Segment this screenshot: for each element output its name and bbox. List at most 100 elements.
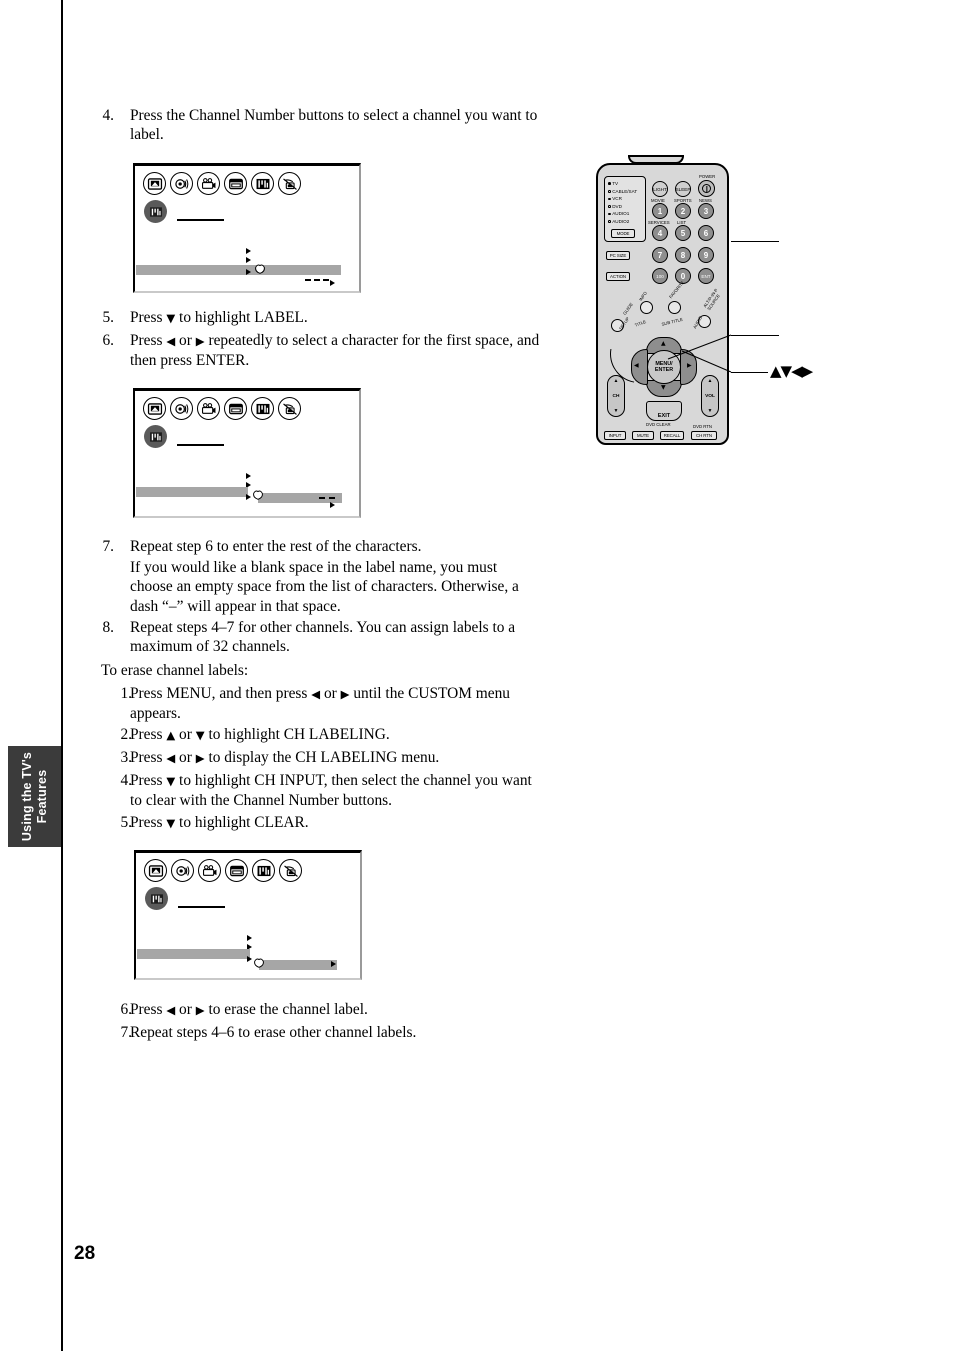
exit-button[interactable]: EXIT (646, 401, 682, 421)
left-arrow-glyph: ◀ (166, 334, 176, 348)
step-7-text: Repeat step 6 to enter the rest of the c… (130, 538, 422, 555)
numpad-2-button[interactable]: 2 (675, 203, 691, 219)
sleep-button[interactable]: SLEEP (675, 181, 691, 197)
step-5-text-b: to highlight LABEL. (175, 309, 308, 326)
mode-item-audio1[interactable]: AUDIO1 (608, 210, 645, 218)
audio-menu-icon[interactable] (170, 172, 193, 195)
tv-setup-menu-icon[interactable] (225, 859, 248, 882)
left-arrow-glyph: ◀ (311, 687, 321, 701)
erase-6-a: Press (130, 1001, 167, 1018)
ch-rtn-button[interactable]: CH RTN (691, 431, 717, 440)
menu-row-tick (331, 961, 336, 967)
step-4-text: Press the Channel Number buttons to sele… (130, 107, 538, 144)
step-6-text-b: or (175, 332, 196, 349)
erase-step-7-number: 7. (120, 1024, 132, 1041)
numpad-9-button[interactable]: 9 (698, 247, 714, 263)
numpad-1-button[interactable]: 1 (652, 203, 668, 219)
numpad-8-button[interactable]: 8 (675, 247, 691, 263)
page-number: 28 (74, 1243, 96, 1264)
mode-dot-icon (608, 205, 611, 208)
ch-label: CH (612, 393, 620, 399)
menu-highlight-bar-clear (259, 960, 337, 970)
mute-button[interactable]: MUTE (632, 431, 654, 440)
erase-2-c: to highlight CH LABELING. (204, 726, 390, 743)
audio-menu-icon[interactable] (171, 859, 194, 882)
custom-menu-icon[interactable] (251, 397, 274, 420)
mode-label: AUDIO1 (612, 211, 630, 217)
menu-row-tick (330, 280, 335, 286)
custom-menu-icon[interactable] (252, 859, 275, 882)
mode-label: AUDIO2 (612, 218, 630, 224)
erase-5-b: to highlight CLEAR. (175, 814, 309, 831)
picture-menu-icon[interactable] (143, 172, 166, 195)
dpad-callout-label: ▲▼◀▶ (770, 362, 813, 380)
picture-menu-icon[interactable] (144, 859, 167, 882)
erase-1-a: Press MENU, and then press (130, 685, 312, 702)
mode-item-audio2[interactable]: AUDIO2 (608, 218, 645, 226)
numpad-4-button[interactable]: 4 (652, 225, 668, 241)
sub-title-label: SUB TITLE (661, 316, 684, 327)
dvd-rtn-label: DVD RTN (693, 424, 713, 429)
custom-menu-icon[interactable] (251, 172, 274, 195)
audio-menu-icon[interactable] (170, 397, 193, 420)
step-5-text-a: Press (130, 309, 167, 326)
vol-rocker[interactable]: ▲ VOL ▼ (701, 375, 719, 417)
erase-4-a: Press (130, 772, 167, 789)
erase-step-3-text: Press ◀ or ▶ to display the CH LABELING … (130, 748, 552, 768)
menu-icon-row (144, 859, 302, 882)
numpad-3-button[interactable]: 3 (698, 203, 714, 219)
right-arrow-glyph: ▶ (340, 687, 350, 701)
mode-item-dvd[interactable]: DVD (608, 203, 645, 211)
menu-title-underline (178, 906, 225, 908)
mode-dot-icon (608, 220, 611, 224)
light-button[interactable]: LIGHT (652, 181, 668, 197)
guide-label: GUIDE (622, 301, 634, 316)
video-menu-icon[interactable] (198, 859, 221, 882)
step-7-number: 7. (102, 538, 114, 555)
enter-button[interactable]: ENT (698, 268, 714, 284)
lock-menu-icon[interactable] (278, 397, 301, 420)
input-button[interactable]: INPUT (604, 431, 626, 440)
power-button[interactable] (698, 180, 715, 197)
menu-row-tick (246, 494, 251, 500)
section-tab: Using the TV's Features (8, 746, 61, 847)
tv-setup-menu-icon[interactable] (224, 172, 247, 195)
numpad-5-button[interactable]: 5 (675, 225, 691, 241)
numpad-100-button[interactable]: 100 (652, 268, 668, 284)
menu-title-underline (177, 219, 224, 221)
step-6-text: Press ◀ or ▶ repeatedly to select a char… (130, 331, 562, 371)
menu-screen-step4 (133, 163, 361, 293)
erase-step-3-number: 3. (120, 749, 132, 766)
erase-step-5-number: 5. (120, 814, 132, 831)
selected-menu-icon (144, 425, 167, 448)
down-arrow-glyph: ▼ (166, 774, 176, 788)
video-menu-icon[interactable] (197, 172, 220, 195)
info-button[interactable] (640, 301, 653, 314)
numpad-6-button[interactable]: 6 (698, 225, 714, 241)
action-button[interactable]: ACTION (606, 272, 630, 281)
erase-3-a: Press (130, 749, 167, 766)
vol-down-arrow-icon: ▼ (707, 408, 713, 414)
step-4-number: 4. (102, 107, 114, 124)
lock-menu-icon[interactable] (278, 172, 301, 195)
mode-button[interactable]: MODE (611, 229, 635, 238)
favorite-button[interactable] (668, 301, 681, 314)
tv-setup-menu-icon[interactable] (224, 397, 247, 420)
vol-label: VOL (705, 393, 715, 399)
mode-item-vcr[interactable]: VCR (608, 195, 645, 203)
mode-item-tv[interactable]: TV (608, 180, 645, 188)
step-5-number: 5. (102, 309, 114, 326)
numpad-7-button[interactable]: 7 (652, 247, 668, 263)
mode-dot-icon (608, 212, 611, 216)
menu-cursor-icon (253, 490, 263, 500)
erase-step-6-number: 6. (120, 1001, 132, 1018)
ch-rocker[interactable]: ▲ CH ▼ (607, 375, 625, 417)
video-menu-icon[interactable] (197, 397, 220, 420)
selected-menu-icon (145, 887, 168, 910)
pc-size-button[interactable]: PC SIZE (606, 251, 630, 260)
recall-button[interactable]: RECALL (660, 431, 684, 440)
lock-menu-icon[interactable] (279, 859, 302, 882)
menu-row-tick (330, 502, 335, 508)
picture-menu-icon[interactable] (143, 397, 166, 420)
mode-item-cablesat[interactable]: CABLE/SAT (608, 188, 645, 196)
